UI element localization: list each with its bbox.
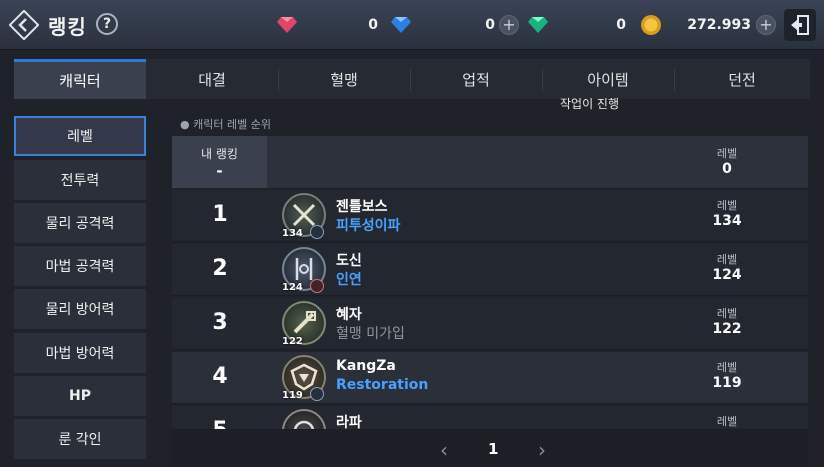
level-box: 레벨 122 [692,305,762,337]
class-emblem-icon: 134 [282,193,326,239]
red-gem-count: 0 [368,17,378,33]
level-value: 134 [712,213,742,229]
class-badge-icon [310,225,324,239]
previous-page-button[interactable]: ‹ [440,438,448,462]
green-gem-count: 0 [616,17,626,33]
level-label: 레벨 [716,253,738,266]
my-rank-row: 내 랭킹 - 레벨 0 [172,136,808,188]
next-page-button[interactable]: › [538,438,546,462]
red-gem-icon [276,14,298,36]
clan-name: Restoration [336,377,429,393]
player-name: KangZa [336,358,396,374]
level-box: 레벨 [692,413,762,429]
currency-gold: 272.993 [640,12,751,38]
tab-character[interactable]: 캐릭터 [14,59,146,99]
emblem-level: 124 [282,282,303,293]
clan-name: 혈맹 미가입 [336,326,405,342]
rank-row[interactable]: 5 라파 레벨 [172,406,808,430]
tab-duel[interactable]: 대결 [146,59,278,99]
class-emblem-icon: 122 [282,301,326,347]
rank-row[interactable]: 4 119 KangZa Restoration 레벨 119 [172,352,808,404]
list-subtitle-text: 캐릭터 레벨 순위 [193,118,271,131]
add-gold-button[interactable]: + [756,15,776,35]
back-button[interactable] [8,9,40,41]
my-level-box: 레벨 0 [692,145,762,177]
class-badge-icon [310,279,324,293]
green-gem-icon [527,14,549,36]
current-page: 1 [488,440,499,458]
player-name: 라파 [336,415,362,430]
currency-blue-gem: 0 [390,12,495,38]
category-rune-engraving[interactable]: 룬 각인 [14,419,146,459]
clan-name: 인연 [336,272,362,288]
my-level-value: 0 [722,161,732,177]
pagination: ‹ 1 › [172,430,808,467]
blue-gem-icon [390,14,412,36]
rank-row[interactable]: 1 134 젠틀보스 피투성이파 레벨 134 [172,190,808,242]
tab-dungeon[interactable]: 던전 [674,59,810,99]
level-value: 119 [712,375,742,391]
level-box: 레벨 134 [692,197,762,229]
player-name: 혜자 [336,307,362,323]
blue-gem-count: 0 [485,17,495,33]
tab-clan[interactable]: 혈맹 [278,59,410,99]
category-combat-power[interactable]: 전투력 [14,160,146,200]
rank-number: 3 [212,310,228,335]
level-value: 124 [712,267,742,283]
exit-button[interactable] [784,9,816,41]
ranking-tabs: 캐릭터 대결 혈맹 업적 아이템 던전 [14,59,810,99]
help-button[interactable]: ? [96,13,118,35]
rank-number: 1 [212,202,228,227]
level-label: 레벨 [716,415,738,428]
level-value: 122 [712,321,742,337]
my-rank-box: 내 랭킹 - [172,136,267,188]
exit-icon [791,15,809,35]
level-box: 레벨 124 [692,251,762,283]
rank-row[interactable]: 2 124 도신 인연 레벨 124 [172,244,808,296]
tab-status-note: 작업이 진행 [560,97,620,111]
rank-number: 2 [212,256,228,281]
player-name: 도신 [336,253,362,269]
category-magic-defense[interactable]: 마법 방어력 [14,333,146,373]
my-level-label: 레벨 [716,147,738,160]
my-rank-label: 내 랭킹 [201,146,238,161]
my-rank-value: - [216,161,223,180]
top-bar: 랭킹 ? 0 0 + 0 272.993 + [0,0,824,50]
clan-name: 피투성이파 [336,218,401,234]
category-level[interactable]: 레벨 [14,116,146,156]
gold-coin-icon [640,14,662,36]
level-label: 레벨 [716,307,738,320]
rank-row[interactable]: 3 122 혜자 혈맹 미가입 레벨 122 [172,298,808,350]
player-name: 젠틀보스 [336,199,388,215]
level-label: 레벨 [716,361,738,374]
page-title: 랭킹 [48,15,87,39]
currency-red-gem: 0 [276,12,378,38]
category-hp[interactable]: HP [14,376,146,416]
class-emblem-icon [282,409,326,429]
category-physical-defense[interactable]: 물리 방어력 [14,289,146,329]
back-arrow-icon [9,10,39,40]
category-physical-attack[interactable]: 물리 공격력 [14,203,146,243]
level-label: 레벨 [716,199,738,212]
emblem-level: 122 [282,336,303,347]
rank-number: 5 [202,418,238,429]
class-emblem-icon: 119 [282,355,326,401]
rank-number: 4 [212,364,228,389]
emblem-level: 119 [282,390,303,401]
category-magic-attack[interactable]: 마법 공격력 [14,246,146,286]
class-emblem-icon: 124 [282,247,326,293]
level-box: 레벨 119 [692,359,762,391]
add-blue-gem-button[interactable]: + [499,15,519,35]
tab-item[interactable]: 아이템 [542,59,674,99]
tab-achievement[interactable]: 업적 [410,59,542,99]
emblem-level: 134 [282,228,303,239]
list-subtitle: ● 캐릭터 레벨 순위 [180,118,271,131]
gold-count: 272.993 [687,17,751,33]
class-badge-icon [310,387,324,401]
currency-green-gem: 0 [527,12,626,38]
